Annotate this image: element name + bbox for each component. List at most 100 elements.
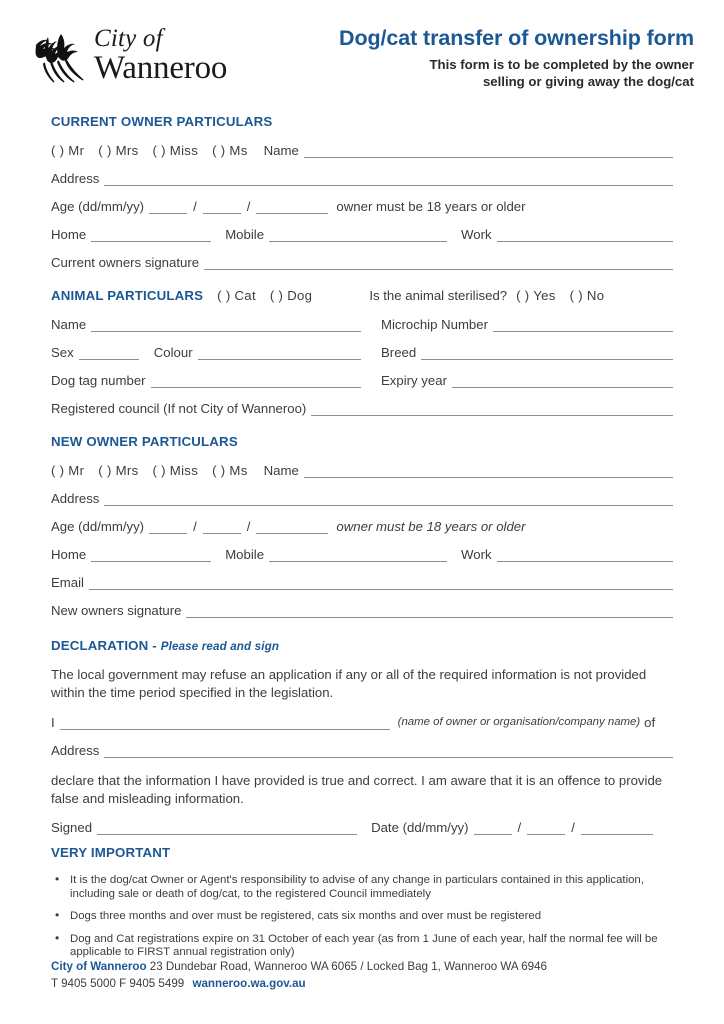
animal-sterilised-yes[interactable]: ( ) Yes	[516, 288, 570, 303]
new-owner-age-row: Age (dd/mm/yy) / / owner must be 18 year…	[51, 519, 673, 534]
declaration-date-year-input[interactable]	[580, 822, 653, 835]
new-owner-email-input[interactable]	[88, 577, 673, 590]
current-owner-age-year-input[interactable]	[256, 201, 329, 214]
current-owner-title-miss[interactable]: ( ) Miss	[152, 143, 212, 158]
logo-text-wanneroo: Wanneroo	[94, 50, 228, 86]
animal-sex-label: Sex	[51, 345, 74, 360]
declaration-address-input[interactable]	[104, 745, 673, 758]
new-owner-title-name-row: ( ) Mr ( ) Mrs ( ) Miss ( ) Ms Name	[51, 463, 673, 478]
page-header: City of Wanneroo Dog/cat transfer of own…	[30, 26, 694, 98]
footer-address: 23 Dundebar Road, Wanneroo WA 6065 / Loc…	[149, 960, 548, 973]
animal-council-label: Registered council (If not City of Wanne…	[51, 401, 307, 416]
animal-microchip-label: Microchip Number	[381, 317, 488, 332]
declaration-name-note: (name of owner or organisation/company n…	[397, 716, 641, 728]
declaration-name-input[interactable]	[59, 717, 390, 730]
current-owner-title-mrs[interactable]: ( ) Mrs	[98, 143, 152, 158]
current-owner-mobile-input[interactable]	[269, 229, 448, 242]
new-owner-mobile-input[interactable]	[269, 549, 448, 562]
section-heading-declaration: DECLARATION - Please read and sign	[51, 638, 673, 653]
section-current-owner: CURRENT OWNER PARTICULARS ( ) Mr ( ) Mrs…	[51, 114, 673, 270]
logo-text-city: City of	[94, 25, 163, 52]
animal-name-input[interactable]	[91, 319, 361, 332]
declaration-address-label: Address	[51, 743, 100, 758]
animal-colour-input[interactable]	[197, 347, 361, 360]
title-block: Dog/cat transfer of ownership form This …	[264, 26, 694, 90]
declaration-signed-row: Signed Date (dd/mm/yy) / /	[51, 820, 673, 835]
new-owner-title-miss[interactable]: ( ) Miss	[152, 463, 212, 478]
new-owner-address-input[interactable]	[104, 493, 673, 506]
city-of-wanneroo-logo: City of Wanneroo	[30, 25, 258, 94]
current-owner-age-label: Age (dd/mm/yy)	[51, 199, 145, 214]
section-animal-particulars: ANIMAL PARTICULARS ( ) Cat ( ) Dog Is th…	[51, 288, 673, 416]
current-owner-signature-input[interactable]	[204, 257, 673, 270]
current-owner-signature-row: Current owners signature	[51, 255, 673, 270]
footer-phone: T 9405 5000 F 9405 5499	[51, 976, 185, 990]
new-owner-age-slash-2: /	[246, 519, 251, 534]
declaration-signed-label: Signed	[51, 820, 93, 835]
form-page: City of Wanneroo Dog/cat transfer of own…	[0, 0, 724, 1024]
animal-sex-input[interactable]	[78, 347, 139, 360]
new-owner-name-input[interactable]	[303, 465, 673, 478]
current-owner-name-label: Name	[263, 143, 299, 158]
current-owner-address-input[interactable]	[104, 173, 673, 186]
declaration-declare-paragraph: declare that the information I have prov…	[51, 773, 663, 806]
section-new-owner: NEW OWNER PARTICULARS ( ) Mr ( ) Mrs ( )…	[51, 434, 673, 618]
animal-species-dog[interactable]: ( ) Dog	[270, 288, 326, 303]
list-item: Dogs three months and over must be regis…	[51, 909, 669, 924]
animal-species-cat[interactable]: ( ) Cat	[217, 288, 270, 303]
current-owner-age-month-input[interactable]	[202, 201, 241, 214]
current-owner-age-day-input[interactable]	[149, 201, 188, 214]
current-owner-mobile-label: Mobile	[225, 227, 265, 242]
animal-expiry-group: Expiry year	[381, 373, 673, 388]
animal-tag-input[interactable]	[150, 375, 361, 388]
new-owner-title-mr[interactable]: ( ) Mr	[51, 463, 98, 478]
new-owner-signature-input[interactable]	[186, 605, 673, 618]
current-owner-age-row: Age (dd/mm/yy) / / owner must be 18 year…	[51, 199, 673, 214]
animal-name-label: Name	[51, 317, 87, 332]
animal-council-input[interactable]	[311, 403, 673, 416]
animal-name-microchip-row: Name Microchip Number	[51, 317, 673, 332]
new-owner-work-input[interactable]	[496, 549, 673, 562]
current-owner-address-row: Address	[51, 171, 673, 186]
footer-website-link[interactable]: wanneroo.wa.gov.au	[187, 977, 305, 990]
current-owner-home-label: Home	[51, 227, 87, 242]
section-heading-animal: ANIMAL PARTICULARS	[51, 288, 204, 303]
section-heading-current-owner: CURRENT OWNER PARTICULARS	[51, 114, 273, 129]
list-item: It is the dog/cat Owner or Agent's respo…	[51, 873, 669, 901]
declaration-date-day-input[interactable]	[473, 822, 512, 835]
declaration-heading-main: DECLARATION -	[51, 638, 157, 653]
current-owner-title-mr[interactable]: ( ) Mr	[51, 143, 98, 158]
animal-breed-input[interactable]	[421, 347, 673, 360]
footer-address-line: City of Wanneroo 23 Dundebar Road, Wanne…	[51, 959, 673, 976]
new-owner-age-day-input[interactable]	[149, 521, 188, 534]
declaration-date-slash-2: /	[571, 820, 575, 835]
new-owner-age-year-input[interactable]	[256, 521, 329, 534]
new-owner-age-month-input[interactable]	[202, 521, 241, 534]
animal-microchip-input[interactable]	[493, 319, 673, 332]
new-owner-title-ms[interactable]: ( ) Ms	[212, 463, 264, 478]
declaration-date-month-input[interactable]	[527, 822, 566, 835]
declaration-paragraph: The local government may refuse an appli…	[51, 667, 647, 700]
current-owner-age-note: owner must be 18 years or older	[336, 199, 526, 214]
animal-expiry-input[interactable]	[451, 375, 673, 388]
animal-name-group: Name	[51, 317, 381, 332]
new-owner-title-mrs[interactable]: ( ) Mrs	[98, 463, 152, 478]
animal-colour-label: Colour	[153, 345, 193, 360]
new-owner-address-row: Address	[51, 491, 673, 506]
current-owner-name-input[interactable]	[303, 145, 673, 158]
very-important-list: It is the dog/cat Owner or Agent's respo…	[51, 873, 669, 960]
new-owner-signature-row: New owners signature	[51, 603, 673, 618]
current-owner-age-slash-1: /	[193, 199, 197, 214]
current-owner-home-input[interactable]	[91, 229, 212, 242]
new-owner-home-input[interactable]	[91, 549, 212, 562]
current-owner-title-ms[interactable]: ( ) Ms	[212, 143, 264, 158]
new-owner-home-label: Home	[51, 547, 87, 562]
current-owner-age-slash-2: /	[246, 199, 251, 214]
section-declaration: DECLARATION - Please read and sign The l…	[51, 638, 673, 835]
animal-sterilised-no[interactable]: ( ) No	[570, 288, 605, 303]
animal-council-row: Registered council (If not City of Wanne…	[51, 401, 673, 416]
declaration-signed-input[interactable]	[97, 822, 358, 835]
current-owner-work-input[interactable]	[496, 229, 673, 242]
page-footer: City of Wanneroo 23 Dundebar Road, Wanne…	[51, 959, 673, 992]
declaration-heading-sub: Please read and sign	[160, 640, 280, 653]
